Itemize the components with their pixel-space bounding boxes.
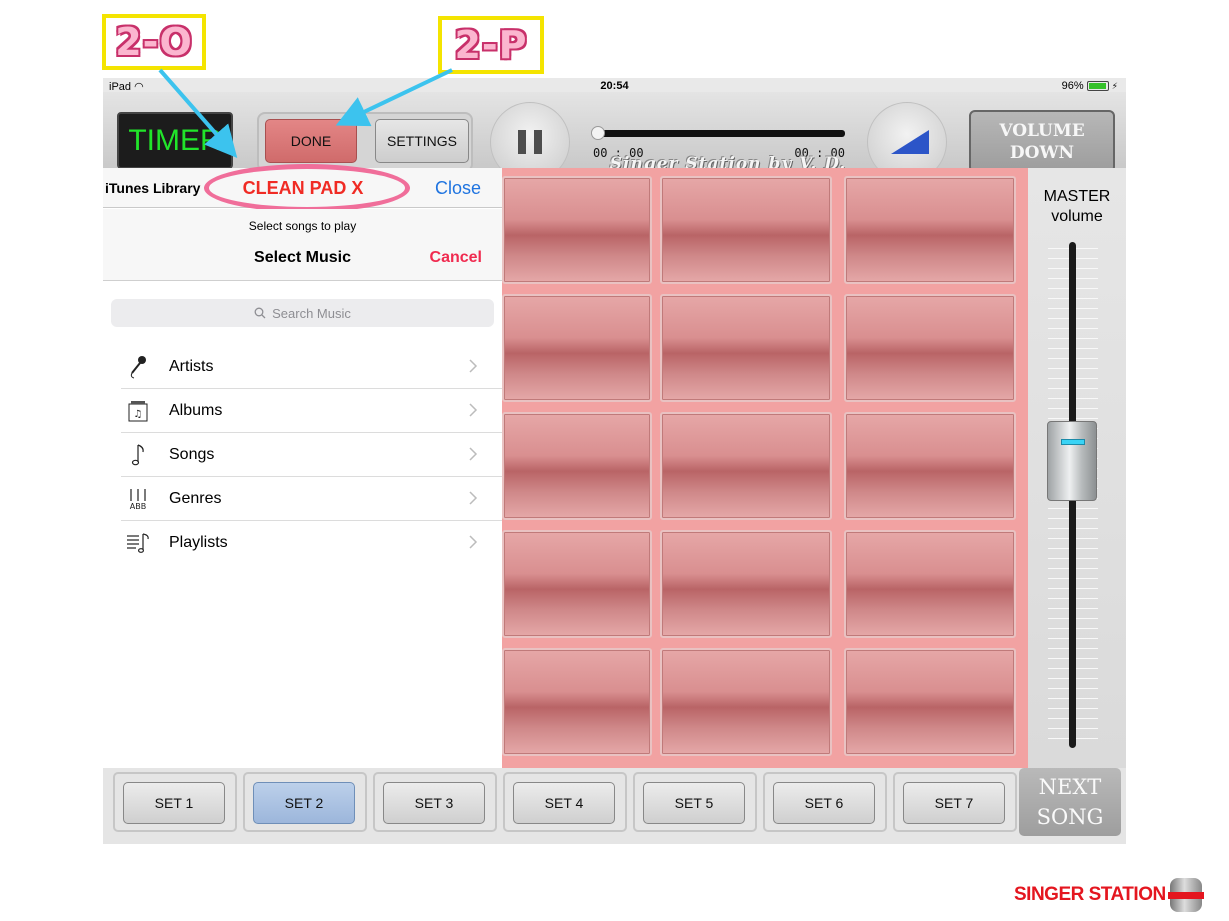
settings-button[interactable]: SETTINGS: [375, 119, 469, 163]
list-item-genres[interactable]: ABB Genres: [121, 477, 502, 521]
callout-2-o-text: 2-O: [115, 20, 193, 64]
singer-station-logo: SINGER STATION: [1014, 878, 1204, 912]
chevron-right-icon: [469, 535, 478, 549]
list-item-songs[interactable]: Songs: [121, 433, 502, 477]
search-input[interactable]: Search Music: [111, 299, 494, 327]
master-volume-knob[interactable]: [1047, 421, 1097, 501]
master-label-line1: MASTER: [1043, 188, 1111, 205]
pad-button[interactable]: [660, 648, 832, 756]
volume-down-line1: VOLUME: [999, 121, 1085, 141]
next-song-line2: SONG: [1036, 805, 1104, 829]
set-button-5[interactable]: SET 5: [643, 782, 745, 824]
list-item-playlists[interactable]: Playlists: [121, 521, 502, 565]
master-volume-label: MASTER volume: [1028, 187, 1126, 227]
pad-button[interactable]: [844, 530, 1016, 638]
callout-2-o: 2-O: [102, 14, 206, 70]
pad-button[interactable]: [502, 530, 652, 638]
done-button[interactable]: DONE: [265, 119, 357, 163]
pad-button[interactable]: [844, 412, 1016, 520]
volume-down-line2: DOWN: [1009, 143, 1075, 163]
master-label-line2: volume: [1051, 208, 1103, 225]
progress-track[interactable]: [595, 130, 845, 137]
pad-button[interactable]: [660, 176, 832, 284]
pause-icon: [518, 130, 526, 154]
select-music-header: Select songs to play Select Music Cancel: [103, 209, 502, 281]
set-button-3[interactable]: SET 3: [383, 782, 485, 824]
playlist-icon: [125, 530, 151, 556]
list-item-artists[interactable]: Artists: [121, 345, 502, 389]
top-toolbar: TIMER DONE SETTINGS 00 : 00 00 : 00 Sing…: [103, 92, 1126, 182]
charging-icon: ⚡: [1111, 80, 1118, 91]
svg-text:♫: ♫: [134, 409, 143, 420]
pad-title: CLEAN PAD X: [242, 178, 364, 198]
logo-text: SINGER STATION: [1014, 884, 1166, 905]
pause-icon-bar: [534, 130, 542, 154]
set-bar: NEXT SONG SET 1 SET 2 SET 3 SET 4 SET 5 SET 6…: [103, 768, 1126, 844]
close-button[interactable]: Close: [435, 178, 481, 199]
genres-icon: ABB: [125, 486, 151, 512]
chevron-right-icon: [469, 359, 478, 373]
list-item-albums[interactable]: ♫ Albums: [121, 389, 502, 433]
list-item-label: Songs: [169, 445, 215, 463]
chevron-right-icon: [469, 447, 478, 461]
pad-grid: [502, 168, 1028, 768]
pad-button[interactable]: [844, 176, 1016, 284]
search-placeholder: Search Music: [272, 305, 351, 321]
status-battery: 96% ⚡: [1062, 80, 1118, 92]
list-item-label: Playlists: [169, 534, 228, 551]
tutorial-screenshot: 2-O 2-P iPad ◠ 20:54 96% ⚡ TIMER DONE SE…: [0, 0, 1229, 921]
chevron-right-icon: [469, 403, 478, 417]
volume-down-button[interactable]: VOLUME DOWN: [969, 110, 1115, 173]
logo-microphone-icon: [1167, 878, 1204, 912]
battery-percent: 96%: [1061, 80, 1084, 92]
battery-icon: [1086, 81, 1109, 91]
set-button-4[interactable]: SET 4: [513, 782, 615, 824]
list-item-label: Genres: [169, 489, 222, 507]
ipad-screen: iPad ◠ 20:54 96% ⚡ TIMER DONE SETTINGS 0…: [103, 78, 1126, 844]
music-note-icon: [125, 442, 151, 468]
knob-indicator: [1061, 439, 1085, 445]
pad-button[interactable]: [502, 294, 652, 402]
picker-header: iTunes Library CLEAN PAD X Close: [103, 164, 502, 212]
microphone-icon: [125, 354, 151, 380]
set-button-7[interactable]: SET 7: [903, 782, 1005, 824]
list-item-label: Albums: [169, 401, 223, 419]
next-song-button[interactable]: NEXT SONG: [1019, 768, 1121, 836]
pad-button[interactable]: [660, 530, 832, 638]
next-song-line1: NEXT: [1038, 775, 1102, 799]
pad-button[interactable]: [502, 648, 652, 756]
music-category-list: Artists ♫ Albums Songs ABB Genres Playli…: [121, 345, 502, 565]
itunes-library-label: iTunes Library: [105, 180, 201, 196]
album-icon: ♫: [125, 398, 151, 424]
search-icon: [254, 307, 266, 319]
set-button-1[interactable]: SET 1: [123, 782, 225, 824]
set-button-2[interactable]: SET 2: [253, 782, 355, 824]
status-time: 20:54: [600, 80, 629, 92]
list-item-label: Artists: [169, 357, 214, 375]
progress-knob[interactable]: [591, 126, 605, 140]
svg-text:ABB: ABB: [130, 502, 146, 511]
set-button-6[interactable]: SET 6: [773, 782, 875, 824]
select-songs-prompt: Select songs to play: [248, 219, 357, 233]
play-triangle-icon: [891, 130, 929, 154]
pad-button[interactable]: [844, 294, 1016, 402]
pad-button[interactable]: [660, 294, 832, 402]
music-picker-panel: iTunes Library CLEAN PAD X Close Select …: [103, 164, 502, 844]
pad-button[interactable]: [502, 176, 652, 284]
pad-button[interactable]: [660, 412, 832, 520]
chevron-right-icon: [469, 491, 478, 505]
pad-button[interactable]: [844, 648, 1016, 756]
timer-button[interactable]: TIMER: [117, 112, 233, 169]
callout-2-p: 2-P: [438, 16, 544, 74]
cancel-button[interactable]: Cancel: [430, 249, 482, 267]
master-volume-panel: MASTER volume: [1028, 168, 1126, 768]
callout-2-p-text: 2-P: [454, 23, 528, 67]
pad-button[interactable]: [502, 412, 652, 520]
